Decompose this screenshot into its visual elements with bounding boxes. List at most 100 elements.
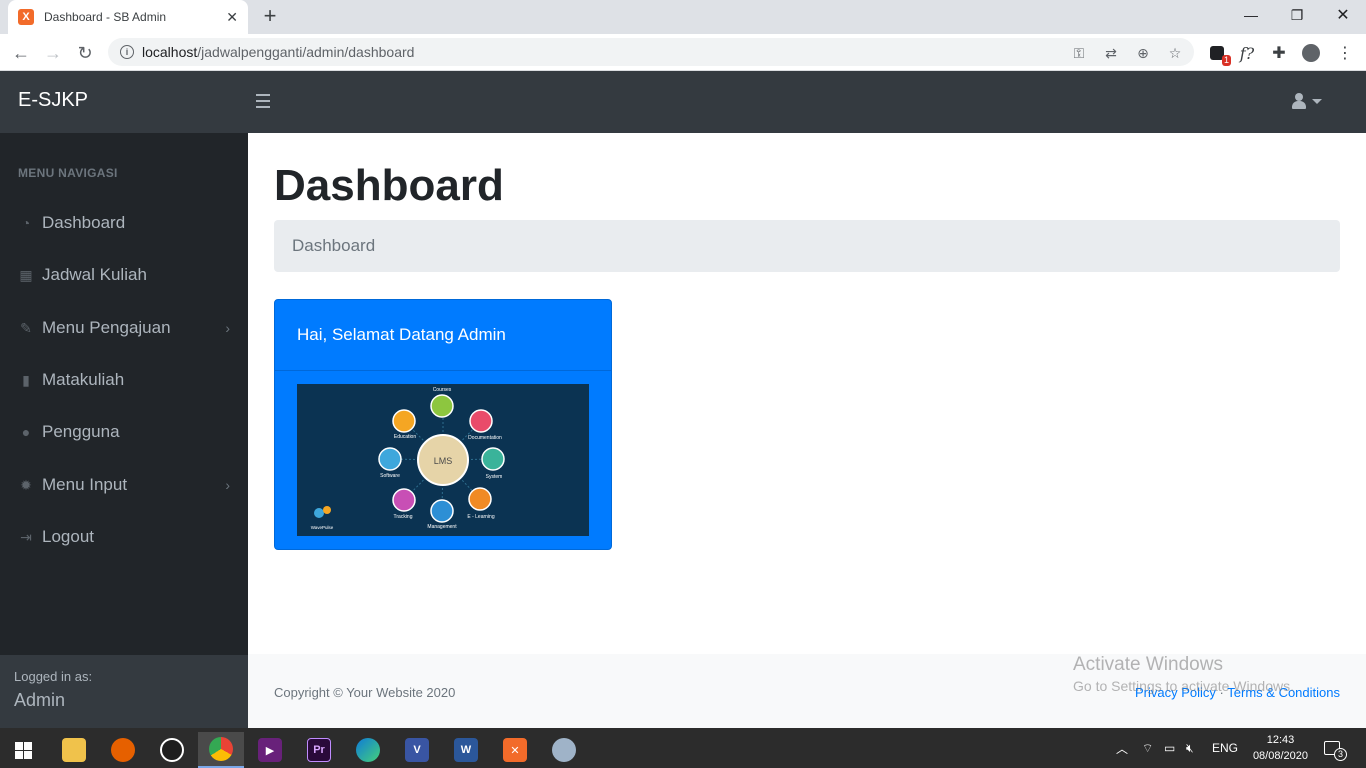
book-icon: ▮ <box>22 371 30 388</box>
sidebar-item-logout[interactable]: ⇥ Logout <box>0 515 248 559</box>
browser-tab[interactable]: X Dashboard - SB Admin ✕ <box>8 0 248 34</box>
breadcrumb-item: Dashboard <box>292 236 376 255</box>
taskbar-file-explorer[interactable] <box>51 732 97 768</box>
watermark-line2: Go to Settings to activate Windows. <box>1073 678 1294 694</box>
language-indicator[interactable]: ENG <box>1212 728 1238 768</box>
user-icon <box>1292 93 1306 109</box>
new-tab-button[interactable]: + <box>258 4 282 28</box>
tray-chevron-icon[interactable]: ︿ <box>1116 728 1128 768</box>
taskbar-media-player[interactable] <box>149 732 195 768</box>
app-navbar: E-SJKP <box>0 71 1366 133</box>
sidebar-item-label: Matakuliah <box>42 370 125 389</box>
wifi-icon[interactable]: ⌔ <box>1142 728 1153 768</box>
media-player-icon <box>160 738 184 762</box>
edge-icon <box>356 738 380 762</box>
card-header: Hai, Selamat Datang Admin <box>275 300 611 371</box>
sidebar-item-dashboard[interactable]: ◔ Dashboard <box>0 201 248 245</box>
sidebar-item-label: Menu Pengajuan <box>42 318 171 337</box>
profile-icon[interactable] <box>1300 42 1322 64</box>
url-text: localhost/jadwalpengganti/admin/dashboar… <box>142 44 415 60</box>
taskbar-chrome[interactable] <box>198 732 244 768</box>
windows-taskbar: ▶ Pr V W ✕ ︿ ⌔ ▭ 🔇︎ ENG 12:43 08/08/2020… <box>0 728 1366 768</box>
browser-tab-bar: X Dashboard - SB Admin ✕ + — ❐ ✕ <box>0 0 1366 34</box>
taskbar-xampp[interactable]: ✕ <box>492 732 538 768</box>
taskbar-clock[interactable]: 12:43 08/08/2020 <box>1253 732 1308 764</box>
reload-button[interactable]: ↻ <box>72 40 98 66</box>
browser-menu-icon[interactable]: ⋮ <box>1334 42 1356 64</box>
brand-logo[interactable]: E-SJKP <box>18 89 88 112</box>
extension-badge-icon[interactable]: 1 <box>1206 42 1231 66</box>
lms-diagram-image: LMS Courses Documentation System E - Lea… <box>297 384 589 536</box>
windows-logo-icon <box>14 741 32 759</box>
user-dropdown-button[interactable] <box>1292 93 1322 109</box>
sidebar-item-label: Menu Input <box>42 475 128 494</box>
sidebar-item-menu-input[interactable]: ✹ Menu Input › <box>0 463 248 507</box>
sidebar-heading: MENU NAVIGASI <box>18 166 118 180</box>
word-icon: W <box>454 738 478 762</box>
sidebar-item-label: Dashboard <box>42 213 126 232</box>
restore-button[interactable]: ❐ <box>1274 0 1320 30</box>
page-footer: Copyright © Your Website 2020 Privacy Po… <box>248 654 1366 728</box>
sidebar-item-menu-pengajuan[interactable]: ✎ Menu Pengajuan › <box>0 306 248 350</box>
bookmark-star-icon[interactable]: ☆ <box>1166 44 1184 62</box>
caret-down-icon <box>1312 98 1322 104</box>
notification-count: 3 <box>1334 748 1347 761</box>
xampp-favicon-icon: X <box>18 9 34 25</box>
node-label-elearning: E - Learning <box>467 514 494 520</box>
notification-center-icon[interactable]: 3 <box>1324 728 1347 768</box>
sidebar-item-pengguna[interactable]: ● Pengguna <box>0 410 248 454</box>
puzzle-extensions-icon[interactable]: ✚ <box>1268 42 1290 64</box>
start-button[interactable] <box>0 732 46 768</box>
chevron-right-icon: › <box>225 320 230 336</box>
visio-icon: V <box>405 738 429 762</box>
taskbar-firefox[interactable] <box>100 732 146 768</box>
taskbar-edge[interactable] <box>345 732 391 768</box>
battery-icon[interactable]: ▭ <box>1164 728 1175 768</box>
calendar-icon: ▦ <box>19 266 33 283</box>
clock-date: 08/08/2020 <box>1252 750 1308 762</box>
address-bar[interactable]: i localhost/jadwalpengganti/admin/dashbo… <box>108 38 1194 66</box>
key-icon[interactable]: ⚿ <box>1070 44 1088 62</box>
taskbar-premiere[interactable]: Pr <box>296 732 342 768</box>
snipping-tool-icon <box>552 738 576 762</box>
pencil-icon: ✎ <box>20 319 32 336</box>
site-info-icon[interactable]: i <box>120 45 134 59</box>
node-label-education: Education <box>394 434 416 440</box>
back-button[interactable]: ← <box>8 40 34 66</box>
taskbar-visual-studio[interactable]: ▶ <box>247 732 293 768</box>
zoom-icon[interactable]: ⊕ <box>1134 44 1152 62</box>
window-close-button[interactable]: ✕ <box>1320 0 1366 30</box>
node-label-system: System <box>486 474 503 480</box>
minimize-button[interactable]: — <box>1228 0 1274 30</box>
node-label-courses: Courses <box>433 387 452 393</box>
main-content: Dashboard Dashboard Hai, Selamat Datang … <box>248 133 1366 728</box>
volume-muted-icon[interactable]: 🔇︎ <box>1186 728 1194 768</box>
sidebar-item-matakuliah[interactable]: ▮ Matakuliah <box>0 358 248 402</box>
dashboard-icon: ◔ <box>21 215 31 231</box>
taskbar-word[interactable]: W <box>443 732 489 768</box>
sidebar: MENU NAVIGASI ◔ Dashboard ▦ Jadwal Kulia… <box>0 133 248 728</box>
logout-icon: ⇥ <box>20 528 32 545</box>
lms-diagram-svg: LMS Courses Documentation System E - Lea… <box>311 387 505 530</box>
gear-icon: ✹ <box>20 476 32 493</box>
sidebar-item-label: Logout <box>42 527 94 546</box>
firefox-icon <box>111 738 135 762</box>
translate-icon[interactable]: ⇄ <box>1102 44 1120 62</box>
diagram-logo-label: WavePulse <box>311 525 334 530</box>
taskbar-snipping-tool[interactable] <box>541 732 587 768</box>
sidebar-item-jadwal-kuliah[interactable]: ▦ Jadwal Kuliah <box>0 253 248 297</box>
sidebar-toggle-icon[interactable] <box>256 90 274 112</box>
breadcrumb: Dashboard <box>274 220 1340 272</box>
watermark-line1: Activate Windows <box>1073 654 1223 675</box>
sidebar-footer: Logged in as: Admin <box>0 655 248 728</box>
sidebar-item-label: Jadwal Kuliah <box>42 265 147 284</box>
activate-windows-watermark: Activate Windows Go to Settings to activ… <box>1073 654 1294 694</box>
welcome-card: Hai, Selamat Datang Admin LMS Courses Do… <box>274 299 612 550</box>
tab-close-icon[interactable]: ✕ <box>226 9 238 26</box>
user-icon: ● <box>21 424 31 440</box>
node-label-documentation: Documentation <box>468 435 502 441</box>
node-label-software: Software <box>380 473 400 479</box>
formula-extension-icon[interactable]: f? <box>1236 42 1258 64</box>
forward-button[interactable]: → <box>40 40 66 66</box>
taskbar-visio[interactable]: V <box>394 732 440 768</box>
